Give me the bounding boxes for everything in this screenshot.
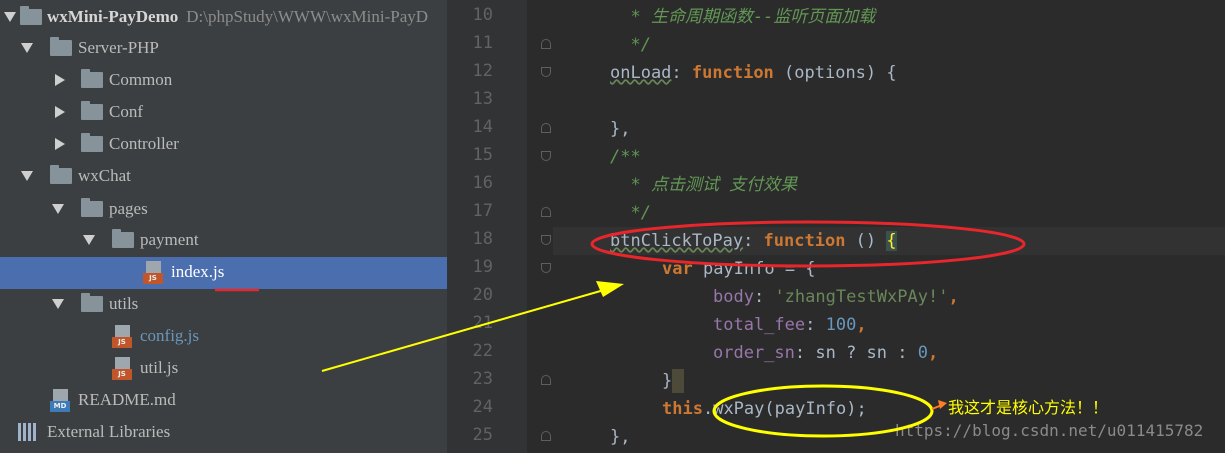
yellow-circle-highlight [712, 384, 934, 438]
orange-arrow-head-icon [938, 400, 947, 409]
red-circle-highlight [590, 220, 1026, 268]
annotation-overlay [215, 220, 1026, 438]
yellow-arrow-line [321, 289, 605, 372]
yellow-arrow-head-icon [596, 281, 624, 297]
